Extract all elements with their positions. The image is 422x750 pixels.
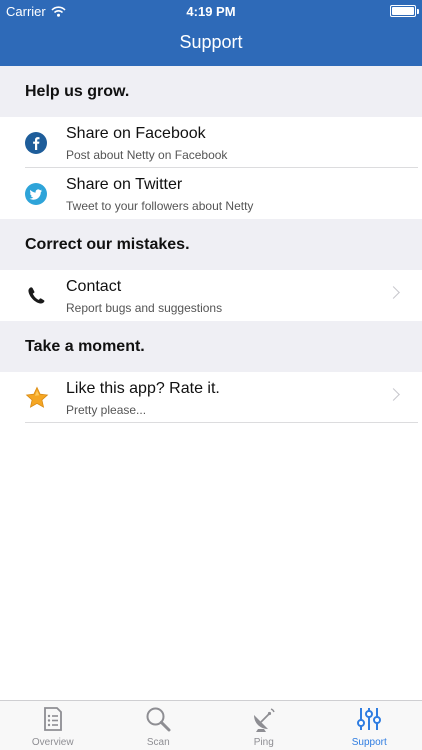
tab-ping-label: Ping [253,737,274,748]
share-facebook-subtitle: Post about Netty on Facebook [66,147,228,162]
facebook-icon [0,131,66,155]
row-divider [25,422,418,423]
tab-support[interactable]: Support [317,701,422,750]
share-facebook-row[interactable]: Share on Facebook Post about Netty on Fa… [0,117,422,168]
support-table: Help us grow. Share on Facebook Post abo… [0,66,422,423]
magnifier-icon [146,707,171,732]
satellite-dish-icon [253,708,275,732]
rate-app-title: Like this app? Rate it. [66,379,220,397]
twitter-icon [0,182,66,206]
tab-scan[interactable]: Scan [106,701,212,750]
page-title: Support [179,32,243,52]
share-twitter-subtitle: Tweet to your followers about Netty [66,198,254,213]
battery-icon [390,5,419,17]
tab-overview[interactable]: Overview [0,701,106,750]
contact-subtitle: Report bugs and suggestions [66,300,223,315]
status-time: 4:19 PM [186,4,236,19]
share-twitter-title: Share on Twitter [66,175,183,193]
section-header-help-us-grow: Help us grow. [0,66,422,117]
tab-overview-label: Overview [31,737,74,748]
rate-app-subtitle: Pretty please... [66,402,147,417]
contact-title: Contact [66,277,122,295]
section-header-take-a-moment: Take a moment. [0,321,422,372]
tab-support-label: Support [351,737,387,748]
tab-bar: Overview Scan Ping Support [0,700,422,750]
tab-scan-label: Scan [146,737,170,748]
star-icon [0,385,66,411]
sliders-icon [357,708,382,730]
share-facebook-title: Share on Facebook [66,124,206,142]
navigation-bar: Carrier 4:19 PM Support [0,0,422,66]
section-header-correct-mistakes: Correct our mistakes. [0,219,422,270]
contact-row[interactable]: Contact Report bugs and suggestions [0,270,422,321]
status-bar: Carrier 4:19 PM [0,0,422,22]
document-list-icon [43,707,62,731]
rate-app-row[interactable]: Like this app? Rate it. Pretty please... [0,372,422,423]
share-twitter-row[interactable]: Share on Twitter Tweet to your followers… [0,168,422,219]
tab-ping[interactable]: Ping [211,701,317,750]
phone-icon [0,284,66,308]
